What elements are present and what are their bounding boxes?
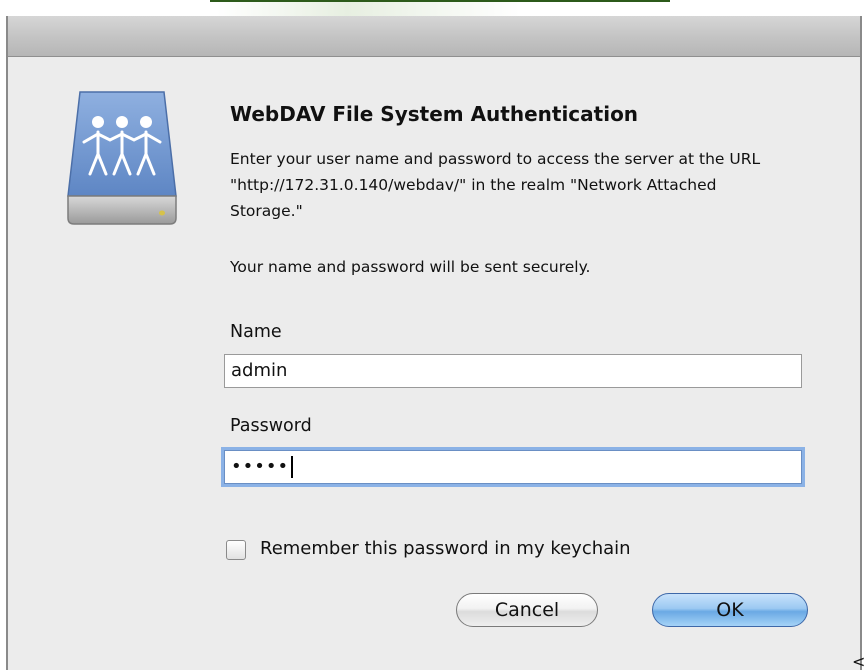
text-caret: [291, 456, 294, 478]
name-field-value: admin: [231, 360, 288, 381]
desktop-background: [0, 0, 867, 16]
name-field[interactable]: admin: [224, 354, 802, 388]
screen: WebDAV File System Authentication Enter …: [0, 0, 867, 670]
name-label: Name: [230, 322, 282, 342]
ok-button[interactable]: OK: [652, 593, 808, 627]
remember-checkbox[interactable]: [226, 540, 246, 560]
auth-dialog: WebDAV File System Authentication Enter …: [6, 16, 862, 670]
mouse-cursor-icon: <: [852, 652, 866, 670]
password-field-value: •••••: [231, 456, 290, 477]
password-label: Password: [230, 416, 312, 436]
dialog-title: WebDAV File System Authentication: [230, 102, 639, 126]
password-field[interactable]: •••••: [224, 450, 802, 484]
dialog-titlebar[interactable]: [8, 16, 860, 57]
network-drive-icon: [66, 84, 178, 232]
remember-label[interactable]: Remember this password in my keychain: [260, 538, 631, 559]
secure-note: Your name and password will be sent secu…: [230, 258, 591, 276]
dialog-message: Enter your user name and password to acc…: [230, 150, 761, 220]
cancel-button[interactable]: Cancel: [456, 593, 598, 627]
